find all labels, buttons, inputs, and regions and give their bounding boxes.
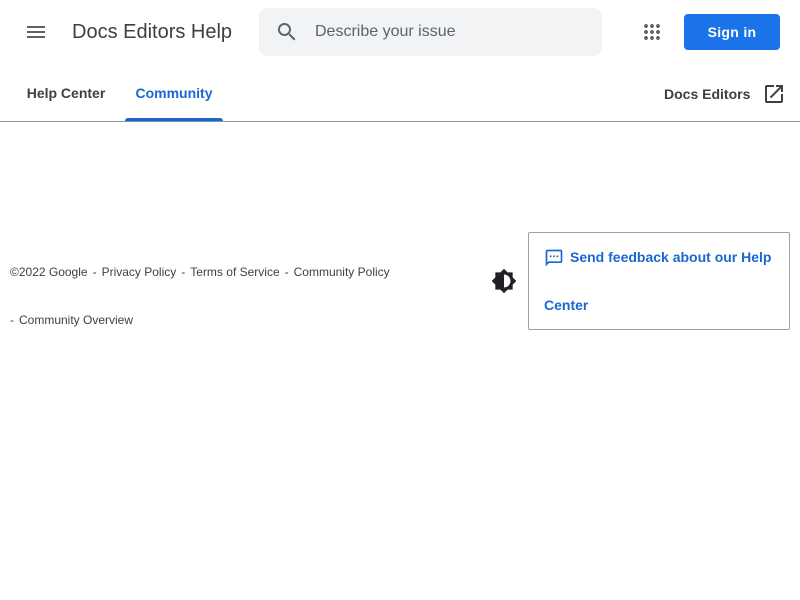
- footer-separator: -: [181, 265, 186, 279]
- open-in-new-icon: [762, 82, 786, 106]
- search-button[interactable]: [273, 18, 301, 46]
- search-input[interactable]: [315, 16, 595, 48]
- community-overview-link[interactable]: Community Overview: [19, 296, 133, 344]
- community-policy-link[interactable]: Community Policy: [294, 248, 390, 296]
- tab-help-center[interactable]: Help Center: [16, 64, 116, 121]
- top-app-bar: Docs Editors Help Sign in: [0, 0, 800, 64]
- search-icon: [278, 23, 296, 41]
- docs-editors-link[interactable]: Docs Editors: [664, 74, 786, 114]
- theme-toggle-button[interactable]: [490, 267, 518, 295]
- footer-links: ©2022 Google - Privacy Policy - Terms of…: [10, 248, 480, 344]
- copyright-text: ©2022 Google: [10, 265, 88, 279]
- footer-row-2: - Community Overview: [10, 296, 480, 344]
- tab-bar: Help Center Community Docs Editors: [0, 64, 800, 122]
- apps-grid-icon: [644, 24, 660, 40]
- search-box[interactable]: [259, 8, 602, 56]
- footer-separator: -: [92, 265, 97, 279]
- send-feedback-button[interactable]: Send feedback about our Help Center: [528, 232, 790, 330]
- app-title[interactable]: Docs Editors Help: [72, 20, 232, 44]
- tab-community[interactable]: Community: [125, 64, 223, 121]
- footer-row-1: ©2022 Google - Privacy Policy - Terms of…: [10, 248, 480, 296]
- sign-in-button[interactable]: Sign in: [684, 14, 780, 50]
- send-feedback-label: Send feedback about our Help Center: [544, 249, 772, 313]
- menu-icon: [27, 26, 45, 38]
- terms-of-service-link[interactable]: Terms of Service: [190, 248, 279, 296]
- footer-separator: -: [10, 313, 14, 327]
- main-menu-button[interactable]: [16, 12, 56, 52]
- docs-editors-link-label: Docs Editors: [664, 86, 751, 102]
- brightness-icon: [491, 268, 517, 294]
- google-apps-button[interactable]: [632, 12, 672, 52]
- footer-separator: -: [284, 265, 289, 279]
- privacy-policy-link[interactable]: Privacy Policy: [102, 248, 177, 296]
